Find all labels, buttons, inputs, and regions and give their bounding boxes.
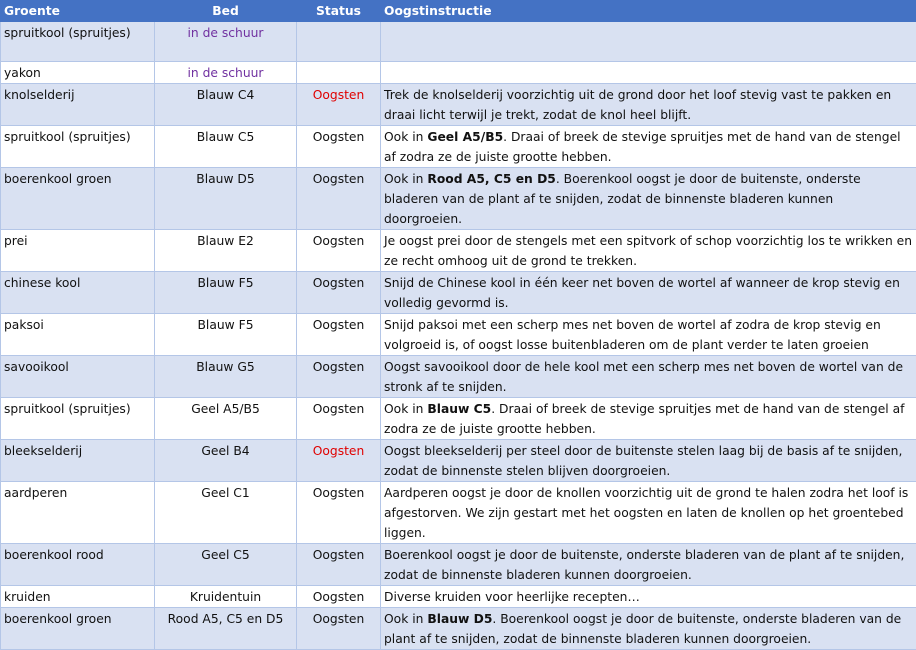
- bed-cell: Blauw D5: [155, 168, 297, 230]
- table-row: spruitkool (spruitjes) Blauw C5 Oogsten …: [1, 126, 916, 168]
- instruction-text: Ook in: [384, 402, 427, 416]
- instruction-text: Oogst bleekselderij per steel door de bu…: [384, 444, 902, 478]
- bed-cell: Blauw E2: [155, 230, 297, 272]
- header-status: Status: [297, 1, 381, 22]
- groente-cell: yakon: [1, 62, 155, 84]
- status-cell: Oogsten: [297, 608, 381, 650]
- bed-cell: Rood A5, C5 en D5: [155, 608, 297, 650]
- instruction-cell: Aardperen oogst je door de knollen voorz…: [381, 482, 916, 544]
- bed-cell: Geel C1: [155, 482, 297, 544]
- status-cell: Oogsten: [297, 168, 381, 230]
- bed-cell: Blauw C4: [155, 84, 297, 126]
- instruction-cell: Ook in Geel A5/B5. Draai of breek de ste…: [381, 126, 916, 168]
- groente-cell: prei: [1, 230, 155, 272]
- groente-cell: spruitkool (spruitjes): [1, 22, 155, 62]
- bed-cell: Blauw F5: [155, 272, 297, 314]
- instruction-cell: Boerenkool oogst je door de buitenste, o…: [381, 544, 916, 586]
- bed-cell: Geel C5: [155, 544, 297, 586]
- table-row: spruitkool (spruitjes) Geel A5/B5 Oogste…: [1, 398, 916, 440]
- instruction-text: Oogst savooikool door de hele kool met e…: [384, 360, 903, 394]
- table-row: spruitkool (spruitjes) in de schuur: [1, 22, 916, 62]
- instruction-bed-reference: Blauw D5: [427, 612, 492, 626]
- table-row: paksoi Blauw F5 Oogsten Snijd paksoi met…: [1, 314, 916, 356]
- table-row: boerenkool groen Rood A5, C5 en D5 Oogst…: [1, 608, 916, 650]
- instruction-cell: Oogst bleekselderij per steel door de bu…: [381, 440, 916, 482]
- table-row: bleekselderij Geel B4 Oogsten Oogst blee…: [1, 440, 916, 482]
- instruction-bed-reference: Blauw C5: [427, 402, 491, 416]
- status-cell: Oogsten: [297, 230, 381, 272]
- groente-cell: spruitkool (spruitjes): [1, 126, 155, 168]
- instruction-text: Trek de knolselderij voorzichtig uit de …: [384, 88, 891, 122]
- groente-cell: chinese kool: [1, 272, 155, 314]
- instruction-text: Ook in: [384, 172, 427, 186]
- groente-cell: bleekselderij: [1, 440, 155, 482]
- instruction-text: Snijd paksoi met een scherp mes net bove…: [384, 318, 881, 352]
- status-cell: [297, 62, 381, 84]
- instruction-cell: Snijd paksoi met een scherp mes net bove…: [381, 314, 916, 356]
- status-cell: [297, 22, 381, 62]
- groente-cell: knolselderij: [1, 84, 155, 126]
- groente-cell: paksoi: [1, 314, 155, 356]
- instruction-cell: Trek de knolselderij voorzichtig uit de …: [381, 84, 916, 126]
- status-cell: Oogsten: [297, 482, 381, 544]
- status-cell: Oogsten: [297, 586, 381, 608]
- header-groente: Groente: [1, 1, 155, 22]
- instruction-cell: Je oogst prei door de stengels met een s…: [381, 230, 916, 272]
- groente-cell: savooikool: [1, 356, 155, 398]
- bed-cell: Blauw F5: [155, 314, 297, 356]
- status-cell: Oogsten: [297, 544, 381, 586]
- status-cell: Oogsten: [297, 126, 381, 168]
- groente-cell: aardperen: [1, 482, 155, 544]
- bed-cell: Blauw G5: [155, 356, 297, 398]
- bed-cell: in de schuur: [155, 62, 297, 84]
- instruction-bed-reference: Geel A5/B5: [427, 130, 503, 144]
- table-row: boerenkool groen Blauw D5 Oogsten Ook in…: [1, 168, 916, 230]
- bed-cell: Blauw C5: [155, 126, 297, 168]
- table-row: kruiden Kruidentuin Oogsten Diverse krui…: [1, 586, 916, 608]
- groente-cell: boerenkool groen: [1, 168, 155, 230]
- instruction-text: Snijd de Chinese kool in één keer net bo…: [384, 276, 900, 310]
- groente-cell: boerenkool groen: [1, 608, 155, 650]
- instruction-cell: Ook in Rood A5, C5 en D5. Boerenkool oog…: [381, 168, 916, 230]
- instruction-cell: Oogst savooikool door de hele kool met e…: [381, 356, 916, 398]
- header-row: Groente Bed Status Oogstinstructie: [1, 1, 916, 22]
- table-row: prei Blauw E2 Oogsten Je oogst prei door…: [1, 230, 916, 272]
- instruction-text: Ook in: [384, 130, 427, 144]
- header-oogstinstructie: Oogstinstructie: [381, 1, 916, 22]
- table-row: yakon in de schuur: [1, 62, 916, 84]
- bed-cell: Geel A5/B5: [155, 398, 297, 440]
- harvest-table: Groente Bed Status Oogstinstructie sprui…: [0, 0, 916, 650]
- status-cell: Oogsten: [297, 84, 381, 126]
- table-row: chinese kool Blauw F5 Oogsten Snijd de C…: [1, 272, 916, 314]
- groente-cell: kruiden: [1, 586, 155, 608]
- instruction-text: Aardperen oogst je door de knollen voorz…: [384, 486, 908, 540]
- instruction-cell: Diverse kruiden voor heerlijke recepten…: [381, 586, 916, 608]
- table-row: savooikool Blauw G5 Oogsten Oogst savooi…: [1, 356, 916, 398]
- status-cell: Oogsten: [297, 398, 381, 440]
- instruction-text: Je oogst prei door de stengels met een s…: [384, 234, 912, 268]
- bed-cell: in de schuur: [155, 22, 297, 62]
- status-cell: Oogsten: [297, 272, 381, 314]
- instruction-cell: [381, 22, 916, 62]
- status-cell: Oogsten: [297, 356, 381, 398]
- instruction-cell: Snijd de Chinese kool in één keer net bo…: [381, 272, 916, 314]
- instruction-text: Diverse kruiden voor heerlijke recepten…: [384, 590, 640, 604]
- table-row: aardperen Geel C1 Oogsten Aardperen oogs…: [1, 482, 916, 544]
- instruction-text: Ook in: [384, 612, 427, 626]
- groente-cell: boerenkool rood: [1, 544, 155, 586]
- table-row: boerenkool rood Geel C5 Oogsten Boerenko…: [1, 544, 916, 586]
- bed-cell: Geel B4: [155, 440, 297, 482]
- bed-cell: Kruidentuin: [155, 586, 297, 608]
- instruction-cell: Ook in Blauw C5. Draai of breek de stevi…: [381, 398, 916, 440]
- table-row: knolselderij Blauw C4 Oogsten Trek de kn…: [1, 84, 916, 126]
- groente-cell: spruitkool (spruitjes): [1, 398, 155, 440]
- header-bed: Bed: [155, 1, 297, 22]
- instruction-text: Boerenkool oogst je door de buitenste, o…: [384, 548, 904, 582]
- status-cell: Oogsten: [297, 440, 381, 482]
- instruction-cell: Ook in Blauw D5. Boerenkool oogst je doo…: [381, 608, 916, 650]
- instruction-bed-reference: Rood A5, C5 en D5: [427, 172, 555, 186]
- instruction-cell: [381, 62, 916, 84]
- status-cell: Oogsten: [297, 314, 381, 356]
